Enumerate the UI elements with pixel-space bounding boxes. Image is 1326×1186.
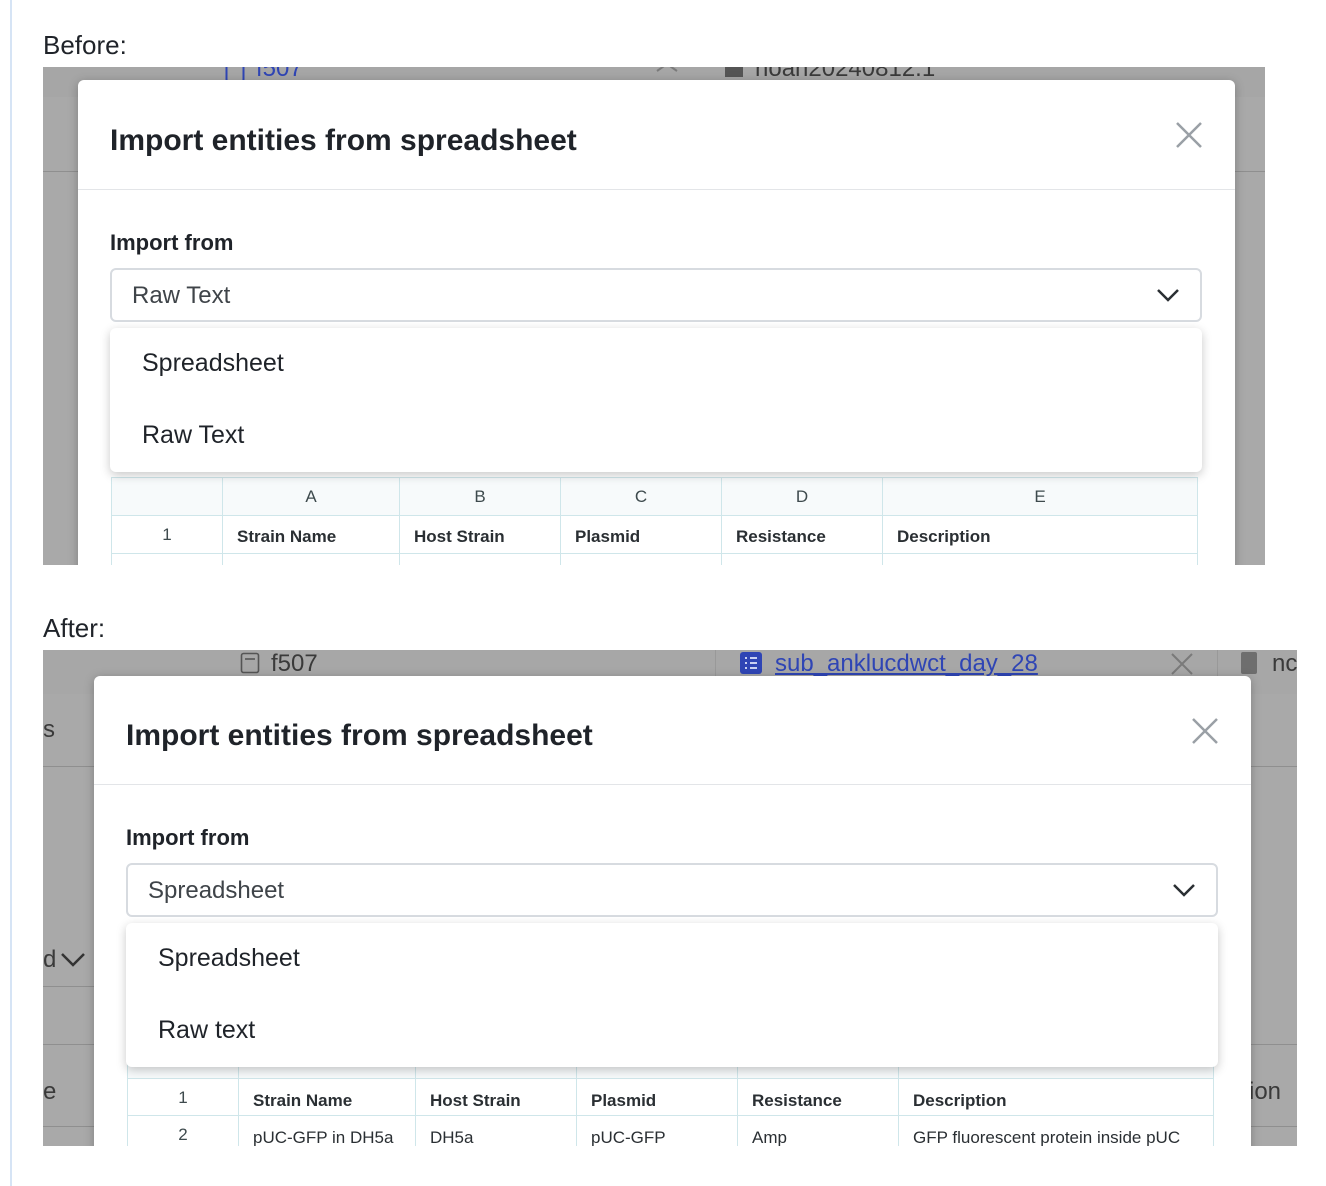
grid-cell[interactable] (883, 554, 1198, 565)
background-fragment: ion (1249, 1078, 1282, 1105)
document-icon (1241, 652, 1257, 674)
grid-corner-cell (112, 478, 223, 516)
grid-cell[interactable]: Plasmid (561, 516, 722, 554)
menu-option-spreadsheet[interactable]: Spreadsheet (142, 349, 284, 378)
background-tab-middle[interactable]: sub_anklucdwct_day_28 (775, 650, 1038, 678)
spreadsheet-grid: 1 Strain Name Host Strain Plasmid Resist… (127, 1054, 1214, 1146)
import-modal: Import entities from spreadsheet Import … (78, 80, 1235, 565)
grid-cell[interactable]: GFP fluorescent protein inside pUC (899, 1116, 1214, 1146)
chevron-down-icon[interactable] (1172, 882, 1196, 898)
close-icon[interactable] (1174, 120, 1204, 150)
before-label: Before: (43, 30, 127, 60)
after-label: After: (43, 613, 106, 643)
modal-header-divider (94, 784, 1251, 785)
import-from-select[interactable]: Raw Text (110, 268, 1202, 322)
close-icon[interactable] (655, 67, 679, 78)
column-header-e[interactable]: E (883, 478, 1198, 516)
grid-cell[interactable]: Description (883, 516, 1198, 554)
after-screenshot: f507 sub_anklucdwct_day_28 nc s d e ion … (43, 650, 1297, 1146)
import-from-label: Import from (110, 230, 234, 255)
background-fragment: s (43, 716, 55, 743)
grid-cell[interactable]: Host Strain (416, 1079, 577, 1116)
grid-cell[interactable]: pUC-GFP in DH5a (239, 1116, 416, 1146)
modal-title: Import entities from spreadsheet (110, 124, 577, 157)
grid-cell[interactable]: DH5a (416, 1116, 577, 1146)
grid-cell[interactable]: Amp (738, 1116, 899, 1146)
import-from-menu: Spreadsheet Raw text (126, 923, 1218, 1067)
grid-cell[interactable]: Resistance (722, 516, 883, 554)
row-number[interactable]: 2 (128, 1116, 239, 1146)
table-icon[interactable] (740, 652, 762, 679)
import-from-label: Import from (126, 825, 250, 850)
grid-cell[interactable]: Strain Name (223, 516, 400, 554)
column-header-c[interactable]: C (561, 478, 722, 516)
column-header-d[interactable]: D (722, 478, 883, 516)
grid-cell[interactable] (400, 554, 561, 565)
row-number[interactable]: 1 (112, 516, 223, 554)
grid-cell[interactable]: Plasmid (577, 1079, 738, 1116)
import-from-select[interactable]: Spreadsheet (126, 863, 1218, 917)
grid-cell[interactable] (561, 554, 722, 565)
grid-cell[interactable]: Description (899, 1079, 1214, 1116)
import-from-menu: Spreadsheet Raw Text (110, 328, 1202, 472)
column-header-a[interactable]: A (223, 478, 400, 516)
menu-option-spreadsheet[interactable]: Spreadsheet (158, 944, 300, 973)
background-tab-right[interactable]: nc (1272, 650, 1297, 678)
grid-cell[interactable]: pUC-GFP (577, 1116, 738, 1146)
chevron-down-icon[interactable] (1156, 287, 1180, 303)
grid-cell[interactable] (223, 554, 400, 565)
document-icon (725, 67, 743, 77)
import-modal: Import entities from spreadsheet Import … (94, 676, 1251, 1146)
chevron-down-icon[interactable] (60, 952, 86, 973)
grid-cell[interactable] (722, 554, 883, 565)
row-number[interactable]: 1 (128, 1079, 239, 1116)
modal-title: Import entities from spreadsheet (126, 719, 593, 752)
background-tab-left[interactable]: f507 (271, 650, 318, 678)
grid-cell[interactable]: Strain Name (239, 1079, 416, 1116)
left-rule (10, 0, 12, 1186)
close-icon[interactable] (1190, 716, 1220, 746)
background-fragment: d (43, 946, 57, 973)
grid-cell[interactable] (112, 554, 223, 565)
modal-header-divider (78, 189, 1235, 190)
document-icon[interactable] (240, 652, 260, 679)
column-header-b[interactable]: B (400, 478, 561, 516)
menu-option-raw-text[interactable]: Raw Text (142, 421, 244, 450)
spreadsheet-grid: A B C D E 1 Strain Name Host Strain Plas… (111, 477, 1198, 565)
grid-cell[interactable]: Host Strain (400, 516, 561, 554)
select-value: Raw Text (132, 282, 231, 309)
before-screenshot: f507 noah20240812.1 Import entities from… (43, 67, 1265, 565)
grid-cell[interactable]: Resistance (738, 1079, 899, 1116)
select-value: Spreadsheet (148, 877, 285, 904)
background-fragment: e (43, 1078, 57, 1105)
menu-option-raw-text[interactable]: Raw text (158, 1016, 255, 1045)
